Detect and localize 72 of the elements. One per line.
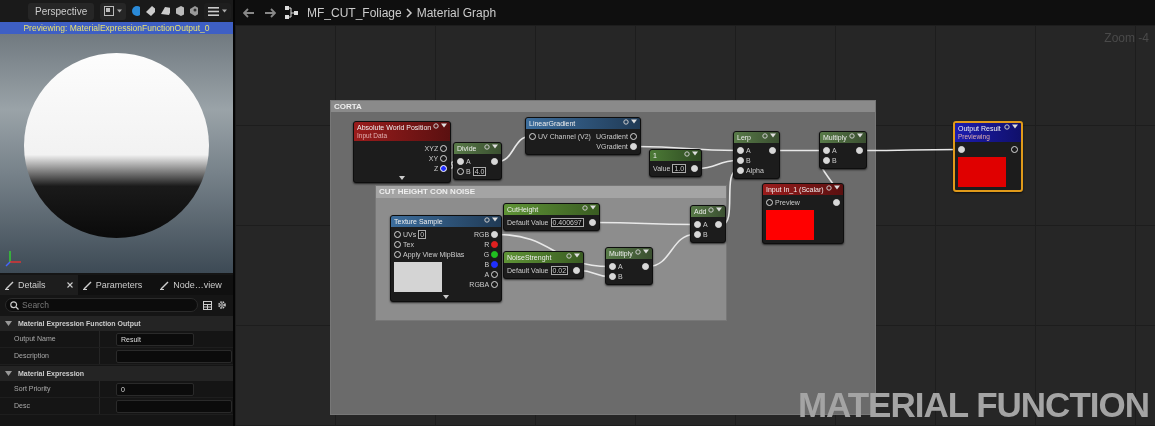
gear-icon[interactable] xyxy=(848,133,855,139)
pencil-icon xyxy=(160,280,170,290)
gear-icon[interactable] xyxy=(684,151,691,157)
input-pin[interactable] xyxy=(694,231,701,238)
caret-icon[interactable] xyxy=(441,123,448,128)
gear-icon[interactable] xyxy=(581,205,588,211)
caret-icon[interactable] xyxy=(769,133,776,138)
caret-icon[interactable] xyxy=(589,205,596,210)
breadcrumb-item[interactable]: MF_CUT_Foliage xyxy=(307,5,402,20)
caret-icon xyxy=(117,9,122,13)
caret-icon[interactable] xyxy=(574,253,581,258)
graph-icon xyxy=(285,6,298,19)
gear-icon[interactable] xyxy=(825,185,832,191)
viewport-layout-icon xyxy=(104,6,114,16)
caret-icon[interactable] xyxy=(1012,124,1018,129)
input-pin[interactable] xyxy=(737,167,744,174)
expand-chevron-icon[interactable] xyxy=(399,176,406,180)
input-pin[interactable] xyxy=(958,146,965,153)
close-icon[interactable] xyxy=(66,282,73,288)
expand-arrow-icon[interactable] xyxy=(5,321,12,326)
panel-tab[interactable]: Details xyxy=(0,275,78,295)
search-icon xyxy=(10,300,19,310)
panel-tab[interactable]: Node…view xyxy=(155,275,233,295)
gear-icon[interactable] xyxy=(1004,124,1010,130)
pencil-icon xyxy=(5,280,14,290)
gear-icon[interactable] xyxy=(433,123,440,129)
search-field[interactable]: Search xyxy=(5,298,198,312)
input-pin[interactable] xyxy=(823,147,830,154)
pencil-icon xyxy=(82,280,92,290)
gear-icon[interactable] xyxy=(622,119,629,125)
gear-icon[interactable] xyxy=(484,144,491,150)
expand-arrow-icon[interactable] xyxy=(5,371,12,376)
input-pin[interactable] xyxy=(737,157,744,164)
caret-icon[interactable] xyxy=(716,207,723,212)
input-pin[interactable] xyxy=(694,221,701,228)
input-pin[interactable] xyxy=(823,157,830,164)
forward-arrow-icon[interactable] xyxy=(264,7,276,18)
caret-icon[interactable] xyxy=(833,185,840,190)
menu-button[interactable] xyxy=(204,2,231,20)
caret-icon[interactable] xyxy=(492,144,499,149)
property-field[interactable] xyxy=(116,349,232,363)
gear-icon[interactable] xyxy=(566,253,573,259)
caret-icon[interactable] xyxy=(642,249,649,254)
cube-icon[interactable] xyxy=(175,6,184,16)
chevron-icon xyxy=(405,7,413,18)
table-icon[interactable] xyxy=(203,300,212,310)
settings-icon[interactable] xyxy=(217,300,227,310)
expand-chevron-icon[interactable] xyxy=(443,295,450,299)
cylinder-icon[interactable] xyxy=(189,6,198,16)
back-arrow-icon[interactable] xyxy=(243,7,255,18)
gear-icon[interactable] xyxy=(634,249,641,255)
input-pin[interactable] xyxy=(737,147,744,154)
caret-icon xyxy=(222,9,227,13)
output-pin[interactable] xyxy=(491,251,499,258)
gear-icon[interactable] xyxy=(484,217,491,223)
panel-tab[interactable]: Parameters xyxy=(77,275,156,295)
caret-icon[interactable] xyxy=(856,133,863,138)
perspective-button[interactable]: Perspective xyxy=(28,2,94,20)
breadcrumb-item[interactable]: Material Graph xyxy=(416,5,497,20)
caret-icon[interactable] xyxy=(692,151,699,156)
gear-icon[interactable] xyxy=(708,207,715,213)
input-pin[interactable] xyxy=(609,273,616,280)
property-field[interactable] xyxy=(116,399,232,413)
caret-icon[interactable] xyxy=(630,119,637,124)
preview-banner: Previewing: MaterialExpressionFunctionOutput_0 xyxy=(0,22,233,34)
input-pin[interactable] xyxy=(609,263,616,270)
input-pin[interactable] xyxy=(457,158,464,165)
gear-icon[interactable] xyxy=(761,133,768,139)
caret-icon[interactable] xyxy=(492,217,499,222)
menu-icon xyxy=(208,6,219,16)
axis-icon xyxy=(4,248,24,268)
layout-button[interactable] xyxy=(100,2,126,20)
